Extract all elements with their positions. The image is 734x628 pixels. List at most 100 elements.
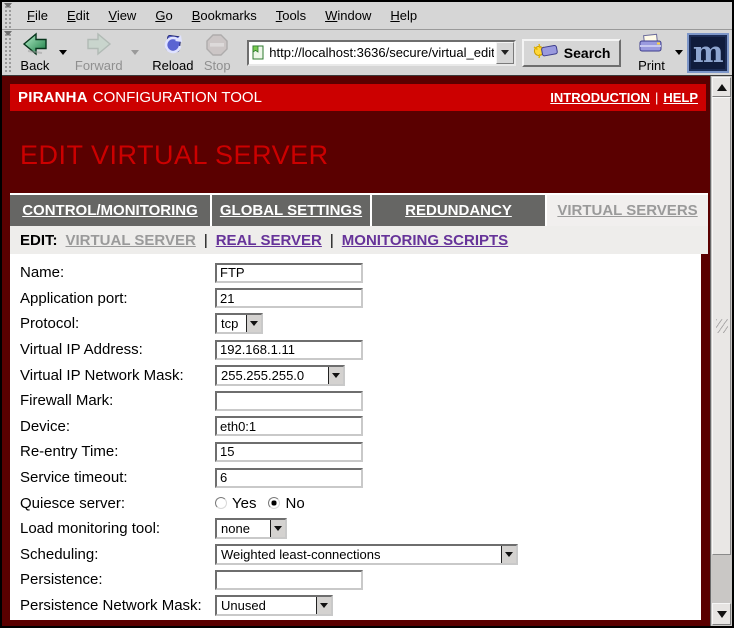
persistence-network-mask-select[interactable]: Unused [215, 595, 333, 616]
header-link-separator: | [655, 90, 658, 105]
protocol-control: tcp [215, 313, 263, 334]
name-input[interactable] [215, 263, 363, 283]
back-button[interactable]: Back [15, 31, 55, 74]
form-row-application-port: Application port: [20, 286, 701, 312]
app-header: PIRANHA CONFIGURATION TOOL INTRODUCTION … [10, 84, 706, 111]
stop-button[interactable]: Stop [197, 31, 237, 74]
tab-virtual-servers[interactable]: VIRTUAL SERVERS [547, 195, 708, 226]
menu-go[interactable]: Go [155, 8, 172, 23]
search-button[interactable]: Search [522, 39, 622, 67]
combo-arrow-icon[interactable] [501, 546, 516, 563]
scroll-up-icon [717, 84, 727, 91]
scroll-up-button[interactable] [712, 77, 731, 97]
print-icon [637, 32, 665, 58]
tab-redundancy[interactable]: REDUNDANCY [372, 195, 545, 226]
brand-name: PIRANHA [18, 89, 88, 106]
persistence-network-mask-label: Persistence Network Mask: [20, 597, 215, 614]
virtual-ip-network-mask-select[interactable]: 255.255.255.0 [215, 365, 345, 386]
menubar-grippy[interactable] [3, 3, 13, 28]
menu-tools[interactable]: Tools [276, 8, 306, 23]
combo-arrow-icon[interactable] [316, 597, 331, 614]
print-dropdown-icon[interactable] [675, 50, 683, 55]
reload-label: Reload [152, 58, 193, 73]
form-row-virtual-ip-address: Virtual IP Address: [20, 337, 701, 363]
virtual-ip-network-mask-selected-value: 255.255.255.0 [217, 368, 328, 383]
application-port-control [215, 288, 363, 308]
header-links: INTRODUCTION | HELP [550, 90, 698, 105]
menu-bookmarks[interactable]: Bookmarks [192, 8, 257, 23]
menu-window[interactable]: Window [325, 8, 371, 23]
navigation-toolbar: Back Forward Reload Stop [2, 30, 732, 76]
menu-edit[interactable]: Edit [67, 8, 89, 23]
forward-button[interactable]: Forward [71, 31, 127, 74]
firewall-mark-control [215, 391, 363, 411]
scroll-down-button[interactable] [712, 603, 731, 625]
application-port-input[interactable] [215, 288, 363, 308]
scrollbar-thumb[interactable] [712, 97, 731, 555]
subnav-real-server-link[interactable]: REAL SERVER [216, 232, 322, 249]
browser-window: File Edit View Go Bookmarks Tools Window… [0, 0, 734, 628]
load-monitoring-tool-select[interactable]: none [215, 518, 287, 539]
protocol-label: Protocol: [20, 315, 215, 332]
bookmark-icon[interactable] [249, 45, 267, 60]
tab-control-monitoring[interactable]: CONTROL/MONITORING [10, 195, 210, 226]
persistence-network-mask-control: Unused [215, 595, 333, 616]
back-label: Back [20, 58, 49, 73]
persistence-label: Persistence: [20, 571, 215, 588]
re-entry-time-control [215, 442, 363, 462]
form-row-virtual-ip-network-mask: Virtual IP Network Mask:255.255.255.0 [20, 362, 701, 388]
service-timeout-input[interactable] [215, 468, 363, 488]
persistence-input[interactable] [215, 570, 363, 590]
subnav-separator: | [330, 232, 334, 249]
scheduling-label: Scheduling: [20, 546, 215, 563]
protocol-selected-value: tcp [217, 316, 246, 331]
virtual-ip-network-mask-control: 255.255.255.0 [215, 365, 345, 386]
mozilla-logo[interactable]: m [687, 33, 729, 73]
browser-content-area: PIRANHA CONFIGURATION TOOL INTRODUCTION … [2, 76, 732, 626]
tab-bar: CONTROL/MONITORING GLOBAL SETTINGS REDUN… [10, 193, 708, 226]
back-dropdown-icon[interactable] [59, 50, 67, 55]
print-label: Print [638, 58, 665, 73]
toolbar-grippy[interactable] [3, 31, 13, 74]
reload-icon [160, 32, 186, 58]
firewall-mark-input[interactable] [215, 391, 363, 411]
combo-arrow-icon[interactable] [246, 315, 261, 332]
load-monitoring-tool-control: none [215, 518, 287, 539]
scroll-down-icon [717, 611, 727, 618]
load-monitoring-tool-selected-value: none [217, 521, 270, 536]
service-timeout-label: Service timeout: [20, 469, 215, 486]
print-button[interactable]: Print [631, 31, 671, 74]
subnav-prefix: EDIT: [20, 232, 58, 249]
scheduling-select[interactable]: Weighted least-connections [215, 544, 518, 565]
help-link[interactable]: HELP [663, 90, 698, 105]
menu-bar: File Edit View Go Bookmarks Tools Window… [2, 2, 732, 30]
subnav-virtual-server-link[interactable]: VIRTUAL SERVER [66, 232, 196, 249]
menu-help[interactable]: Help [390, 8, 417, 23]
quiesce-server-radio-input-yes[interactable] [215, 497, 227, 509]
re-entry-time-input[interactable] [215, 442, 363, 462]
reload-button[interactable]: Reload [149, 31, 198, 74]
virtual-ip-address-input[interactable] [215, 340, 363, 360]
quiesce-server-radio-no[interactable]: No [268, 495, 304, 512]
combo-arrow-icon[interactable] [328, 367, 343, 384]
form-row-quiesce-server: Quiesce server:YesNo [20, 490, 701, 516]
form-row-protocol: Protocol:tcp [20, 311, 701, 337]
protocol-select[interactable]: tcp [215, 313, 263, 334]
quiesce-server-radio-yes[interactable]: Yes [215, 495, 256, 512]
url-dropdown-button[interactable] [496, 42, 514, 64]
name-control [215, 263, 363, 283]
combo-arrow-icon[interactable] [270, 520, 285, 537]
introduction-link[interactable]: INTRODUCTION [550, 90, 650, 105]
menu-view[interactable]: View [108, 8, 136, 23]
page-title: EDIT VIRTUAL SERVER [20, 140, 329, 171]
menu-file[interactable]: File [27, 8, 48, 23]
quiesce-server-radio-input-no[interactable] [268, 497, 280, 509]
subnav-monitoring-scripts-link[interactable]: MONITORING SCRIPTS [342, 232, 508, 249]
device-input[interactable] [215, 416, 363, 436]
form-row-persistence-network-mask: Persistence Network Mask:Unused [20, 593, 701, 619]
url-input[interactable] [267, 45, 496, 60]
form-row-name: Name: [20, 260, 701, 286]
tab-global-settings[interactable]: GLOBAL SETTINGS [212, 195, 370, 226]
form-row-service-timeout: Service timeout: [20, 465, 701, 491]
forward-dropdown-icon[interactable] [131, 50, 139, 55]
